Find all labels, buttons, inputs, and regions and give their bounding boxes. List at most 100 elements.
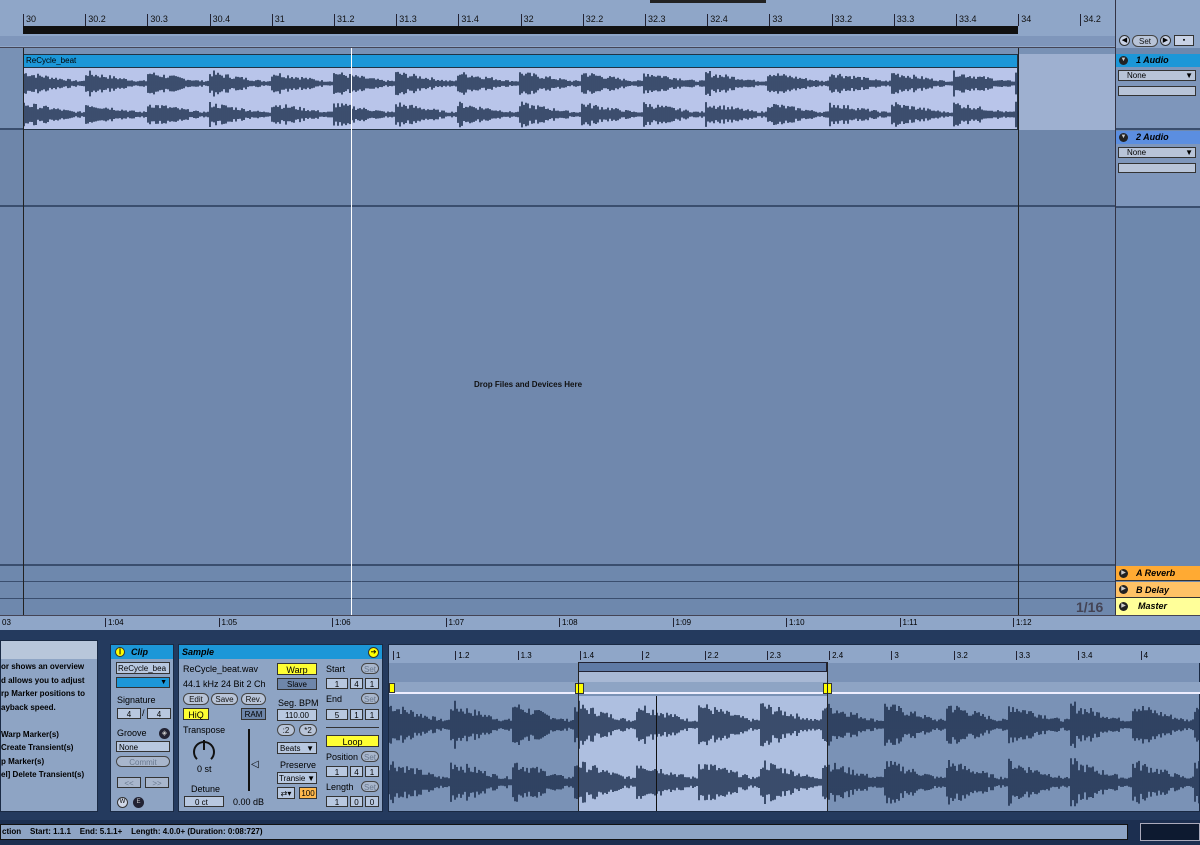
- nudge-forward-button[interactable]: >>: [145, 777, 169, 788]
- detune-field[interactable]: 0 ct: [184, 796, 224, 807]
- zoom-indicator: 1/16: [1076, 599, 1104, 615]
- seg-bpm-label: Seg. BPM: [278, 698, 319, 708]
- length-bar-field[interactable]: 1: [326, 796, 348, 807]
- signature-numerator[interactable]: 4: [117, 708, 141, 719]
- hiq-button[interactable]: HiQ: [183, 708, 209, 720]
- loop-brace[interactable]: [23, 26, 1018, 34]
- warp-marker-icon[interactable]: [389, 683, 395, 693]
- status-start: Start: 1.1.1: [30, 827, 71, 836]
- input-select[interactable]: None ▼: [1118, 147, 1196, 158]
- seg-bpm-field[interactable]: 110.00: [277, 709, 317, 721]
- double-tempo-button[interactable]: *2: [299, 724, 317, 736]
- end-label: End: [326, 694, 343, 704]
- editor-ruler-tick: 1.3: [517, 651, 532, 660]
- start-set-button[interactable]: Set: [361, 663, 379, 674]
- end-bar-field[interactable]: 5: [326, 709, 348, 720]
- groove-select[interactable]: None: [116, 741, 170, 752]
- prev-locator-icon[interactable]: ◀: [1119, 35, 1130, 46]
- position-label: Position: [326, 752, 359, 762]
- input-channel-field[interactable]: [1118, 163, 1196, 173]
- clip-activator-icon[interactable]: ❙: [115, 647, 125, 657]
- transpose-value: 0 st: [197, 764, 212, 774]
- edit-button[interactable]: Edit: [183, 693, 209, 705]
- end-beat-field[interactable]: 1: [350, 709, 363, 720]
- editor-ruler-tick: 2.3: [766, 651, 781, 660]
- ruler-tick: 32.3: [645, 14, 666, 26]
- sample-arrow-icon[interactable]: ➔: [368, 647, 379, 658]
- gain-slider[interactable]: [248, 729, 250, 791]
- editor-ruler[interactable]: 1 1.2 1.3 1.4 2 2.2 2.3 2.4 3 3.2 3.3 3.4 4: [389, 645, 1200, 663]
- ruler-tick: 34: [1018, 14, 1031, 26]
- track-2-header[interactable]: 2 Audio ▼ None ▼: [1116, 131, 1200, 208]
- preserve-select[interactable]: Transie ▼: [277, 772, 317, 784]
- signature-denominator[interactable]: 4: [147, 708, 171, 719]
- status-bar: ction Start: 1.1.1 End: 5.1.1+ Length: 4…: [0, 820, 1200, 845]
- next-locator-icon[interactable]: ▶: [1160, 35, 1171, 46]
- save-button[interactable]: Save: [211, 693, 238, 705]
- beat-ruler[interactable]: 30 30.2 30.3 30.4 31 31.2 31.3 31.4 32 32.2 32.3 32…: [0, 0, 1115, 48]
- set-locator-button[interactable]: Set: [1132, 35, 1158, 47]
- length-set-button[interactable]: Set: [361, 781, 379, 792]
- audio-clip[interactable]: ReCycle_beat: [23, 54, 1019, 130]
- input-select[interactable]: None ▼: [1118, 70, 1196, 81]
- gain-slider-thumb[interactable]: ◁: [251, 759, 259, 770]
- master-fold-icon[interactable]: ▶: [1119, 602, 1128, 611]
- clip-name-field[interactable]: ReCycle_bea: [116, 662, 170, 674]
- warp-button[interactable]: Warp: [277, 663, 317, 675]
- commit-button[interactable]: Commit: [116, 756, 170, 767]
- sample-file-name: ReCycle_beat.wav: [183, 664, 259, 674]
- ruler-tick: 32.4: [707, 14, 728, 26]
- position-bar-field[interactable]: 1: [326, 766, 348, 777]
- sample-editor[interactable]: 1 1.2 1.3 1.4 2 2.2 2.3 2.4 3 3.2 3.3 3.4 4: [388, 644, 1200, 812]
- playhead[interactable]: [351, 48, 352, 615]
- length-beat-field[interactable]: 0: [350, 796, 363, 807]
- clip-color-select[interactable]: ▼: [116, 677, 170, 688]
- signature-label: Signature: [117, 695, 156, 705]
- master-track[interactable]: Master: [1116, 598, 1200, 615]
- position-set-button[interactable]: Set: [361, 751, 379, 762]
- length-sixteenth-field[interactable]: 0: [365, 796, 379, 807]
- envelope-amount-field[interactable]: 100: [299, 787, 317, 799]
- editor-ruler-tick: 2: [642, 651, 650, 660]
- groove-hotswap-icon[interactable]: ◈: [159, 728, 170, 739]
- position-beat-field[interactable]: 4: [350, 766, 363, 777]
- cpu-meter[interactable]: [1140, 823, 1200, 841]
- track-fold-icon[interactable]: ▼: [1119, 56, 1128, 65]
- warp-mode-select[interactable]: Beats ▼: [277, 742, 317, 754]
- ruler-tick: 33.4: [956, 14, 977, 26]
- time-ruler[interactable]: 03 1:04 1:05 1:06 1:07 1:08 1:09 1:10 1:11 1:12: [0, 615, 1200, 630]
- half-tempo-button[interactable]: :2: [277, 724, 295, 736]
- ruler-tick: 30: [23, 14, 36, 26]
- end-sixteenth-field[interactable]: 1: [365, 709, 379, 720]
- end-set-button[interactable]: Set: [361, 693, 379, 704]
- arrangement-view[interactable]: ReCycle_beat Drop Files and Devices Here…: [0, 48, 1115, 615]
- return-fold-icon[interactable]: ▶: [1119, 585, 1128, 594]
- track-fold-icon[interactable]: ▼: [1119, 133, 1128, 142]
- start-beat-field[interactable]: 4: [350, 678, 363, 689]
- length-label: Length: [326, 782, 354, 792]
- return-fold-icon[interactable]: ▶: [1119, 569, 1128, 578]
- warp-marker-icon[interactable]: [575, 683, 584, 694]
- loop-mode-select[interactable]: ⇄▾: [277, 787, 295, 799]
- drop-hint: Drop Files and Devices Here: [474, 380, 583, 389]
- start-sixteenth-field[interactable]: 1: [365, 678, 379, 689]
- envelope-toggle-icon[interactable]: E: [133, 797, 144, 808]
- return-track-b[interactable]: B Delay: [1116, 582, 1200, 598]
- waveform-toggle-icon[interactable]: W: [117, 797, 128, 808]
- nudge-back-button[interactable]: <<: [117, 777, 141, 788]
- ruler-tick: 32.2: [582, 14, 603, 26]
- input-channel-field[interactable]: [1118, 86, 1196, 96]
- lock-icon[interactable]: ▪: [1174, 35, 1194, 46]
- position-sixteenth-field[interactable]: 1: [365, 766, 379, 777]
- info-text-line: el] Delete Transient(s): [1, 770, 85, 779]
- return-track-a[interactable]: A Reverb: [1116, 566, 1200, 581]
- track-1-header[interactable]: 1 Audio ▼ None ▼: [1116, 54, 1200, 130]
- loop-region-bar[interactable]: [578, 662, 827, 672]
- loop-button[interactable]: Loop: [326, 735, 379, 747]
- ram-button[interactable]: RAM: [241, 708, 266, 720]
- transpose-label: Transpose: [183, 725, 226, 735]
- reverse-button[interactable]: Rev.: [241, 693, 266, 705]
- ruler-tick: 33: [769, 14, 782, 26]
- start-bar-field[interactable]: 1: [326, 678, 348, 689]
- slave-button[interactable]: Slave: [277, 678, 317, 690]
